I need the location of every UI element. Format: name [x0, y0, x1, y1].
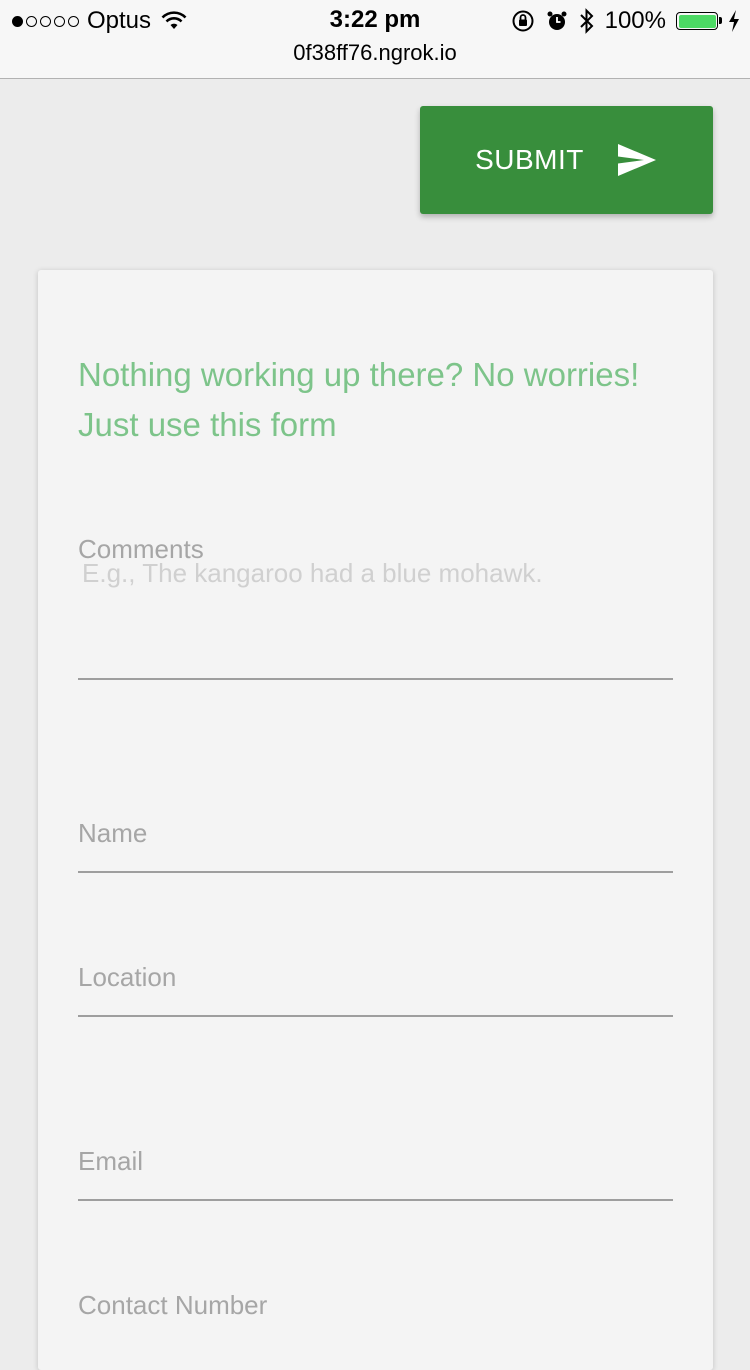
- address-url[interactable]: 0f38ff76.ngrok.io: [0, 40, 750, 66]
- submit-button[interactable]: SUBMIT: [420, 106, 713, 214]
- email-field[interactable]: Email: [78, 1138, 673, 1203]
- orientation-lock-icon: [512, 10, 534, 32]
- email-input[interactable]: [78, 1144, 673, 1194]
- battery-percentage: 100%: [604, 7, 666, 34]
- location-field[interactable]: Location: [78, 954, 673, 1019]
- charging-bolt-icon: [729, 10, 739, 32]
- battery-icon: [676, 12, 722, 30]
- send-icon: [617, 144, 656, 176]
- location-input[interactable]: [78, 960, 673, 1010]
- submit-label: SUBMIT: [475, 144, 584, 175]
- contact-number-input[interactable]: [78, 1288, 673, 1338]
- name-input[interactable]: [78, 816, 673, 866]
- comments-underline: [78, 678, 673, 680]
- status-bar-right: 100%: [511, 7, 740, 35]
- email-underline: [78, 1199, 673, 1201]
- bluetooth-icon: [579, 8, 594, 34]
- comments-textarea[interactable]: [82, 558, 672, 658]
- name-underline: [78, 871, 673, 873]
- comments-field: Comments: [78, 270, 673, 690]
- name-field[interactable]: Name: [78, 810, 673, 875]
- feedback-form-card: Nothing working up there? No worries! Ju…: [38, 270, 713, 1370]
- status-bar: Optus 3:22 pm 0f38ff76.ngrok.io 100%: [0, 0, 750, 79]
- contact-number-field[interactable]: Contact Number: [78, 1282, 673, 1347]
- alarm-icon: [547, 11, 567, 30]
- location-underline: [78, 1015, 673, 1017]
